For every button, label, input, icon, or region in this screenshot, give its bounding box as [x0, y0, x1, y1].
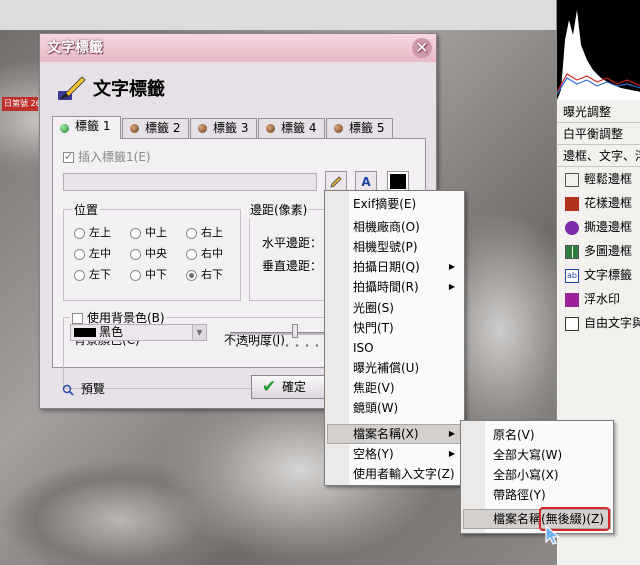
tool-pattern-border[interactable]: 花樣邊框 [565, 192, 632, 214]
menu-item-user-text[interactable]: 使用者輸入文字(Z) [353, 464, 455, 484]
menu-item-lens[interactable]: 鏡頭(W) [353, 398, 398, 418]
margin-group-title: 邊距(像素) [248, 201, 310, 218]
radio-bottom-left[interactable]: 左下 [74, 266, 111, 282]
checkmark-icon: ✔ [262, 377, 277, 397]
file-name-submenu: 原名(V) 全部大寫(W) 全部小寫(X) 帶路徑(Y) 檔案名稱(無後綴)(Z… [460, 420, 614, 534]
panel-menu-border-text[interactable]: 邊框、文字、浮 [557, 145, 640, 167]
tool-multi-image-border[interactable]: 多圖邊框 [565, 240, 632, 262]
tool-torn-border[interactable]: 撕邊邊框 [565, 216, 632, 238]
panel-menu-exposure[interactable]: 曝光調整 [557, 101, 640, 123]
tool-free-text[interactable]: 自由文字與 [565, 312, 640, 334]
tab-3-dot-icon [198, 124, 207, 133]
font-a-icon: A [361, 175, 371, 189]
radio-top-center[interactable]: 中上 [130, 224, 167, 240]
menu-item-shot-date[interactable]: 拍攝日期(Q) ▶ [353, 257, 461, 277]
menu-item-shot-time[interactable]: 拍攝時間(R) ▶ [353, 277, 461, 297]
tab-label-3[interactable]: 標籤 3 [190, 118, 257, 138]
dialog-header: 文字標籤 [45, 63, 431, 111]
close-button[interactable]: ✕ [412, 38, 432, 58]
radio-top-left[interactable]: 左上 [74, 224, 111, 240]
text-color-button[interactable] [387, 171, 409, 192]
submenu-item-original[interactable]: 原名(V) [493, 425, 535, 445]
color-swatch-icon [390, 174, 406, 189]
radio-top-right[interactable]: 右上 [186, 224, 223, 240]
free-text-icon [565, 316, 579, 331]
submenu-arrow-icon: ▶ [448, 429, 455, 438]
tab-label-1[interactable]: 標籤 1 [52, 116, 121, 139]
preview-link[interactable]: 預覽 [62, 380, 105, 397]
torn-border-icon [565, 220, 579, 235]
insert-label-check[interactable] [63, 150, 74, 163]
menu-item-camera-model[interactable]: 相機型號(P) [353, 237, 418, 257]
text-label-icon: ab [565, 268, 579, 283]
menu-item-aperture[interactable]: 光圈(S) [353, 298, 394, 318]
menu-item-exif-summary[interactable]: Exif摘要(E) [353, 194, 416, 214]
insert-label-checkbox[interactable]: 插入標籤1(E) [63, 148, 151, 165]
histogram [557, 0, 640, 100]
radio-middle-right[interactable]: 右中 [186, 245, 223, 261]
black-swatch-icon [74, 328, 96, 337]
submenu-item-uppercase[interactable]: 全部大寫(W) [493, 445, 562, 465]
bg-color-select[interactable]: 黑色 ▼ [70, 324, 207, 341]
chevron-down-icon: ▼ [192, 325, 206, 340]
menu-item-space[interactable]: 空格(Y) ▶ [353, 444, 461, 464]
tab-2-dot-icon [130, 124, 139, 133]
position-group-title: 位置 [72, 201, 101, 218]
insert-field-button[interactable] [325, 171, 347, 192]
field-context-menu: Exif摘要(E) 相機廠商(O) 相機型號(P) 拍攝日期(Q) ▶ 拍攝時間(… [324, 190, 465, 486]
easy-border-icon [565, 172, 579, 187]
radio-bottom-center[interactable]: 中下 [130, 266, 167, 282]
tool-easy-border[interactable]: 輕鬆邊框 [565, 168, 632, 190]
panel-menu-white-balance[interactable]: 白平衡調整 [557, 123, 640, 145]
submenu-arrow-icon: ▶ [448, 262, 455, 271]
position-group: 位置 左上 中上 右上 左中 中央 右中 左下 中下 右下 [63, 201, 241, 301]
menu-item-iso[interactable]: ISO [353, 338, 374, 358]
tool-text-label[interactable]: ab 文字標籤 [565, 264, 632, 286]
slider-ticks [232, 344, 326, 347]
vertical-margin-label: 垂直邊距： [262, 259, 323, 273]
multi-image-border-icon [565, 244, 579, 259]
menu-item-focal-length[interactable]: 焦距(V) [353, 378, 395, 398]
margin-group: 邊距(像素) 水平邊距： 垂直邊距： [248, 201, 325, 301]
magnifier-icon [62, 384, 74, 396]
radio-center[interactable]: 中央 [130, 245, 167, 261]
menu-item-camera-maker[interactable]: 相機廠商(O) [353, 217, 420, 237]
menu-item-exposure-comp[interactable]: 曝光補償(U) [353, 358, 419, 378]
tab-label-2[interactable]: 標籤 2 [122, 118, 189, 138]
font-button[interactable]: A [355, 171, 377, 192]
photo-stamp-text: 日第號 260 [2, 97, 38, 111]
submenu-arrow-icon: ▶ [448, 282, 455, 291]
radio-bottom-right[interactable]: 右下 [186, 266, 223, 282]
pencil-icon [330, 176, 342, 188]
mouse-cursor-icon [545, 524, 561, 545]
submenu-arrow-icon: ▶ [448, 449, 455, 458]
dialog-header-title: 文字標籤 [93, 79, 165, 100]
opacity-slider[interactable] [230, 332, 326, 335]
opacity-slider-thumb[interactable] [292, 324, 298, 338]
label-text-input[interactable] [63, 173, 317, 191]
pattern-border-icon [565, 196, 579, 211]
menu-item-shutter[interactable]: 快門(T) [353, 318, 394, 338]
dialog-title: 文字標籤 [47, 40, 103, 56]
submenu-item-lowercase[interactable]: 全部小寫(X) [493, 465, 559, 485]
menu-item-file-name[interactable]: 檔案名稱(X) ▶ [353, 424, 461, 444]
tab-1-dot-icon [60, 124, 69, 133]
tool-watermark[interactable]: 浮水印 [565, 288, 620, 310]
ok-button[interactable]: ✔ 確定 [251, 375, 331, 399]
tab-4-dot-icon [266, 124, 275, 133]
use-bg-color-check[interactable] [72, 313, 83, 324]
tab-label-5[interactable]: 標籤 5 [326, 118, 393, 138]
photo-top-strip [0, 0, 556, 30]
watermark-icon [565, 292, 579, 307]
horizontal-margin-label: 水平邊距： [262, 236, 323, 250]
dialog-titlebar[interactable]: 文字標籤 ✕ [40, 34, 436, 62]
tab-5-dot-icon [334, 124, 343, 133]
pen-text-icon [58, 76, 86, 100]
submenu-item-with-path[interactable]: 帶路徑(Y) [493, 485, 546, 505]
radio-middle-left[interactable]: 左中 [74, 245, 111, 261]
tab-label-4[interactable]: 標籤 4 [258, 118, 325, 138]
